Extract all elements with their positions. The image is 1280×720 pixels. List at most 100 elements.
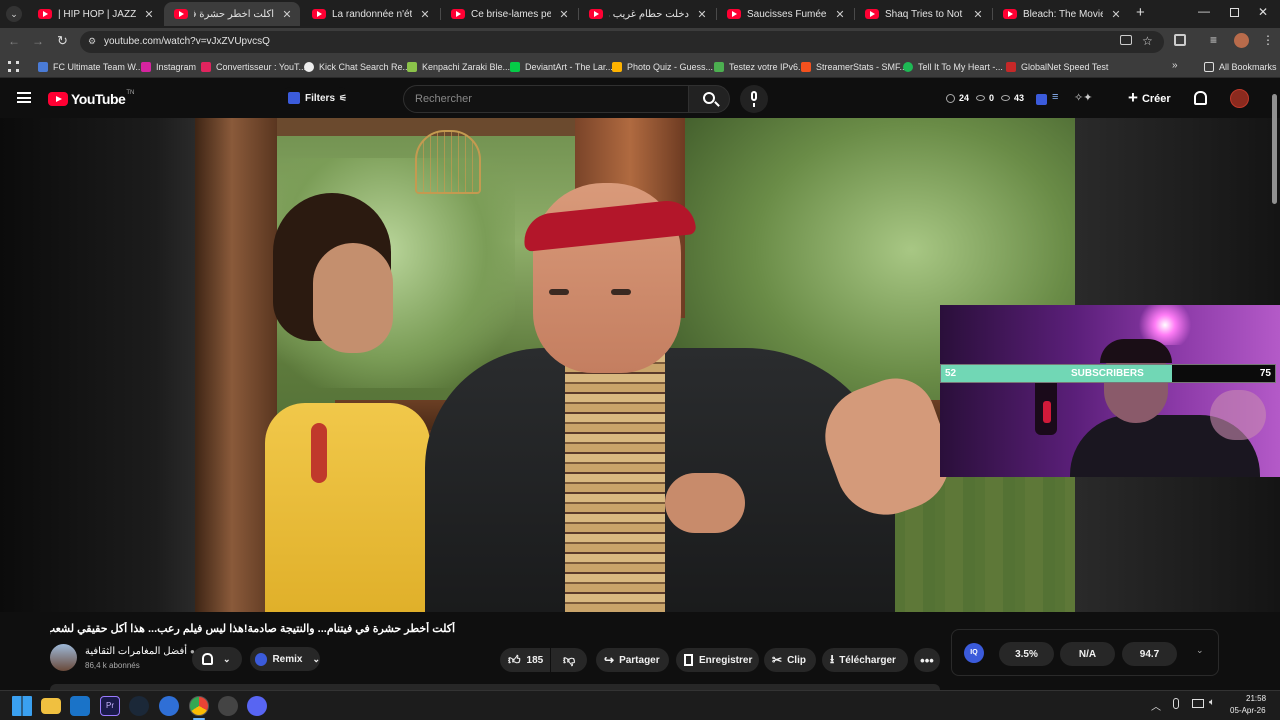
chrome-icon[interactable]: [189, 696, 209, 716]
browser-tab-active[interactable]: أكلت أخطر حشرة في فيتنام✕: [164, 2, 300, 26]
expand-chevron-icon[interactable]: ⌄: [1196, 645, 1204, 656]
close-tab-icon[interactable]: ✕: [557, 8, 571, 21]
share-button[interactable]: ↪ Partager: [596, 648, 669, 672]
notification-bell-button[interactable]: ⌄: [192, 647, 242, 671]
browser-tab[interactable]: Saucisses Fumées Noires✕: [717, 2, 853, 26]
close-tab-icon[interactable]: ✕: [418, 8, 432, 21]
app-icon[interactable]: [218, 696, 238, 716]
hamburger-menu-icon[interactable]: [17, 92, 31, 103]
search-input[interactable]: Rechercher: [403, 85, 689, 113]
youtube-favicon-icon: [312, 9, 326, 19]
apps-grid-icon[interactable]: [8, 61, 19, 72]
browser-tab[interactable]: Shaq Tries to Not Make a✕: [855, 2, 991, 26]
iq-icon: [255, 652, 268, 666]
tab-search-button[interactable]: ⌄: [6, 6, 22, 22]
bookmark-item[interactable]: Kick Chat Search Re...: [304, 60, 410, 74]
iq-extension-icon[interactable]: [1036, 94, 1047, 105]
chevron-up-icon[interactable]: ︿: [1151, 698, 1161, 713]
save-button[interactable]: Enregistrer: [676, 648, 759, 672]
microphone-tray-icon[interactable]: [1173, 698, 1179, 709]
browser-tab[interactable]: دخلت حطام غريب وسط ال✕: [579, 2, 715, 26]
new-tab-icon[interactable]: +: [1136, 4, 1145, 21]
close-tab-icon[interactable]: ✕: [280, 8, 294, 21]
close-window-icon[interactable]: ✕: [1258, 5, 1268, 19]
bookmark-favicon-icon: [201, 62, 211, 72]
address-bar[interactable]: ⚙ youtube.com/watch?v=vJxZVUpvcsQ ☆: [80, 31, 1164, 53]
like-button[interactable]: 👍︎ 185: [500, 648, 550, 672]
close-tab-icon[interactable]: ✕: [1109, 8, 1123, 21]
search-button[interactable]: [688, 85, 730, 113]
video-player[interactable]: 52 SUBSCRIBERS 75: [0, 94, 1280, 612]
minimize-window-icon[interactable]: —: [1198, 4, 1210, 18]
close-tab-icon[interactable]: ✕: [971, 8, 985, 21]
bookmark-item[interactable]: Tell It To My Heart -...: [903, 60, 1003, 74]
bookmark-item[interactable]: FC Ultimate Team W...: [38, 60, 143, 74]
extensions-icon[interactable]: [1174, 34, 1186, 46]
browser-menu-icon[interactable]: ⋮: [1262, 33, 1274, 47]
browser-tab[interactable]: La randonnée n'était qu'u✕: [302, 2, 438, 26]
premiere-icon[interactable]: Pr: [100, 696, 120, 716]
bookmark-item[interactable]: Photo Quiz - Guess...: [612, 60, 713, 74]
bookmark-item[interactable]: Testez votre IPv6.: [714, 60, 801, 74]
reload-icon[interactable]: ↻: [57, 33, 68, 49]
bookmark-item[interactable]: DeviantArt - The Lar...: [510, 60, 613, 74]
microphone-button[interactable]: [740, 85, 768, 113]
close-tab-icon[interactable]: ✕: [833, 8, 847, 21]
checkmark-icon: [714, 62, 724, 72]
all-bookmarks-folder[interactable]: All Bookmarks: [1204, 60, 1277, 74]
sparkle-icon[interactable]: ✧✦: [1074, 91, 1092, 104]
download-button[interactable]: ⭳ Télécharger: [822, 648, 908, 672]
restore-window-icon[interactable]: [1230, 8, 1239, 17]
close-tab-icon[interactable]: ✕: [142, 8, 156, 21]
bookmark-item[interactable]: Convertisseur : YouT...: [201, 60, 306, 74]
metric-secondary: N/A: [1060, 642, 1115, 666]
remix-button[interactable]: Remix ⌄: [250, 647, 320, 671]
more-bookmarks-icon[interactable]: »: [1172, 60, 1178, 71]
outlook-icon[interactable]: [70, 696, 90, 716]
iq-badge-icon[interactable]: IQ: [964, 643, 984, 663]
site-info-icon[interactable]: ⚙: [88, 36, 96, 47]
youtube-logo[interactable]: YouTube TN: [48, 90, 134, 107]
filters-button[interactable]: Filters ⚟: [280, 87, 350, 109]
scrollbar[interactable]: [1272, 94, 1277, 204]
bookmark-item[interactable]: Instagram: [141, 60, 196, 74]
media-controls-icon[interactable]: ≡: [1210, 33, 1217, 47]
youtube-favicon-icon: [38, 9, 52, 19]
account-avatar[interactable]: [1230, 89, 1249, 108]
bookmark-item[interactable]: Kenpachi Zaraki Ble...: [407, 60, 510, 74]
chevron-down-icon: ⌄: [223, 653, 231, 664]
bookmark-item[interactable]: StreamerStats - SMF...: [801, 60, 907, 74]
clock-date[interactable]: 05-Apr-26: [1230, 706, 1266, 715]
back-icon[interactable]: ←: [8, 34, 20, 48]
create-button[interactable]: + Créer: [1122, 85, 1180, 113]
more-horizontal-icon: •••: [920, 652, 934, 668]
browser-tab[interactable]: Ce brise-lames permet de✕: [441, 2, 577, 26]
bookmark-favicon-icon: [38, 62, 48, 72]
list-icon[interactable]: ≡: [1052, 91, 1058, 103]
dislike-button[interactable]: 👎︎: [551, 648, 587, 672]
app-icon[interactable]: [159, 696, 179, 716]
subscriber-goal-bar: 52 SUBSCRIBERS 75: [940, 364, 1276, 383]
bookmark-item[interactable]: GlobalNet Speed Test: [1006, 60, 1108, 74]
steam-icon[interactable]: [129, 696, 149, 716]
close-tab-icon[interactable]: ✕: [695, 8, 709, 21]
profile-avatar[interactable]: [1234, 33, 1249, 48]
clock-time[interactable]: 21:58: [1246, 694, 1266, 703]
bookmark-star-icon[interactable]: ☆: [1142, 34, 1153, 48]
channel-name[interactable]: أفضل المغامرات الثقافية ●: [85, 646, 195, 657]
discord-icon[interactable]: [247, 696, 267, 716]
spotify-icon: [903, 62, 913, 72]
clip-button[interactable]: ✂ Clip: [764, 648, 816, 672]
more-actions-button[interactable]: •••: [914, 648, 940, 672]
bookmark-favicon-icon: [1006, 62, 1016, 72]
channel-avatar[interactable]: [50, 644, 77, 671]
browser-tab[interactable]: | HIP HOP | JAZZ RAP | BO✕: [28, 2, 162, 26]
forward-icon[interactable]: →: [32, 34, 44, 48]
browser-tab[interactable]: Bleach: The Movie (2027)✕: [993, 2, 1129, 26]
file-explorer-icon[interactable]: [41, 698, 61, 714]
windows-start-icon[interactable]: [12, 696, 32, 716]
install-app-icon[interactable]: [1120, 35, 1132, 45]
volume-icon[interactable]: 🔈︎: [1209, 697, 1215, 708]
notifications-bell-icon[interactable]: [1194, 91, 1207, 105]
network-icon[interactable]: [1192, 699, 1204, 708]
